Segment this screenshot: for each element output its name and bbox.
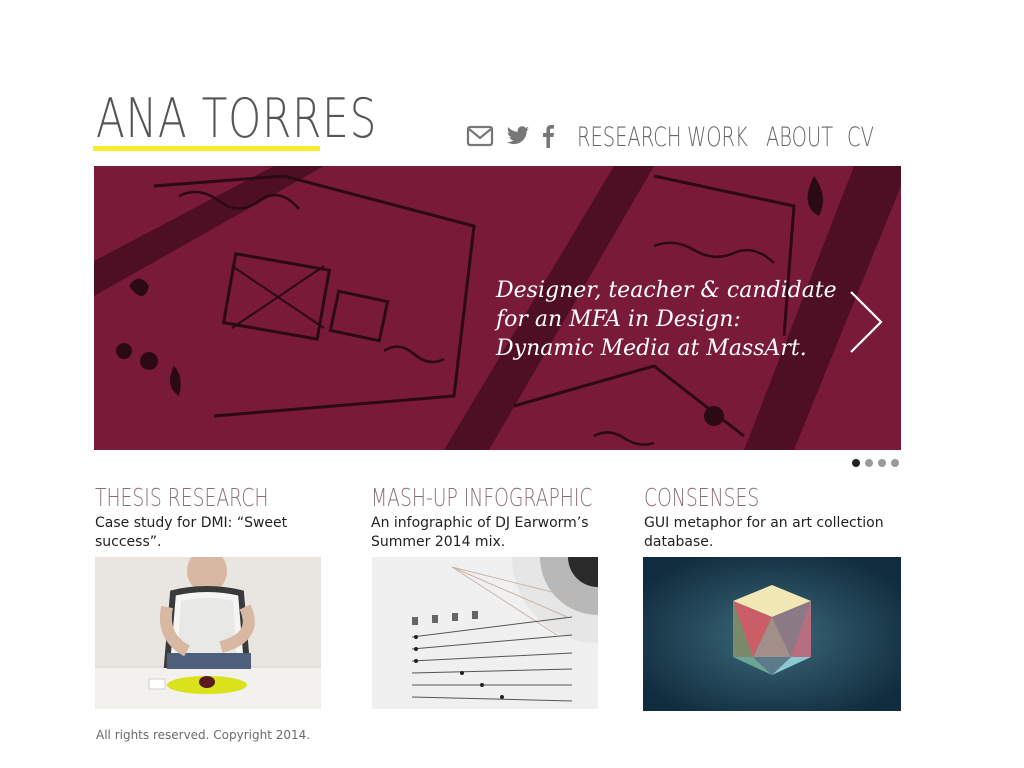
- tagline-line-2: for an MFA in Design:: [496, 307, 741, 332]
- project-title[interactable]: CONSENSES: [644, 484, 839, 512]
- hero-tagline: Designer, teacher & candidate for an MFA…: [496, 276, 876, 363]
- thesis-thumbnail-image[interactable]: [95, 557, 321, 709]
- slider-dot-4[interactable]: [891, 459, 899, 467]
- infographic-thumbnail-image[interactable]: [372, 557, 598, 709]
- hero-slider[interactable]: Designer, teacher & candidate for an MFA…: [94, 166, 901, 450]
- tagline-line-1: Designer, teacher & candidate: [496, 278, 837, 303]
- social-icons: [466, 122, 566, 154]
- nav-research[interactable]: RESEARCH: [577, 122, 681, 154]
- mail-icon[interactable]: [466, 125, 494, 151]
- slider-pagination: [852, 459, 904, 467]
- project-description: GUI metaphor for an art collection datab…: [644, 515, 884, 550]
- slider-dot-3[interactable]: [878, 459, 886, 467]
- nav-work[interactable]: WORK: [687, 122, 748, 154]
- nav-about[interactable]: ABOUT: [766, 122, 833, 154]
- project-description: Case study for DMI: “Sweet success”.: [95, 515, 288, 550]
- project-card-infographic: MASH-UP INFOGRAPHIC An infographic of DJ…: [371, 484, 621, 552]
- logo-underline: [93, 146, 320, 151]
- project-title[interactable]: THESIS RESEARCH: [95, 484, 275, 512]
- facebook-icon[interactable]: [542, 124, 554, 152]
- site-logo[interactable]: ANA TORRES: [96, 92, 377, 146]
- consenses-thumbnail-image[interactable]: [643, 557, 901, 711]
- project-card-consenses: CONSENSES GUI metaphor for an art collec…: [644, 484, 904, 552]
- slider-dot-2[interactable]: [865, 459, 873, 467]
- twitter-icon[interactable]: [506, 126, 530, 150]
- main-nav: RESEARCH WORK ABOUT CV: [577, 122, 887, 154]
- footer-copyright: All rights reserved. Copyright 2014.: [96, 728, 311, 742]
- slider-dot-1[interactable]: [852, 459, 860, 467]
- project-title[interactable]: MASH-UP INFOGRAPHIC: [371, 484, 593, 512]
- nav-cv[interactable]: CV: [847, 122, 876, 154]
- project-card-thesis: THESIS RESEARCH Case study for DMI: “Swe…: [95, 484, 335, 552]
- next-slide-arrow-icon[interactable]: [848, 290, 884, 358]
- tagline-line-3: Dynamic Media at MassArt.: [496, 336, 807, 361]
- project-description: An infographic of DJ Earworm’s Summer 20…: [371, 515, 589, 550]
